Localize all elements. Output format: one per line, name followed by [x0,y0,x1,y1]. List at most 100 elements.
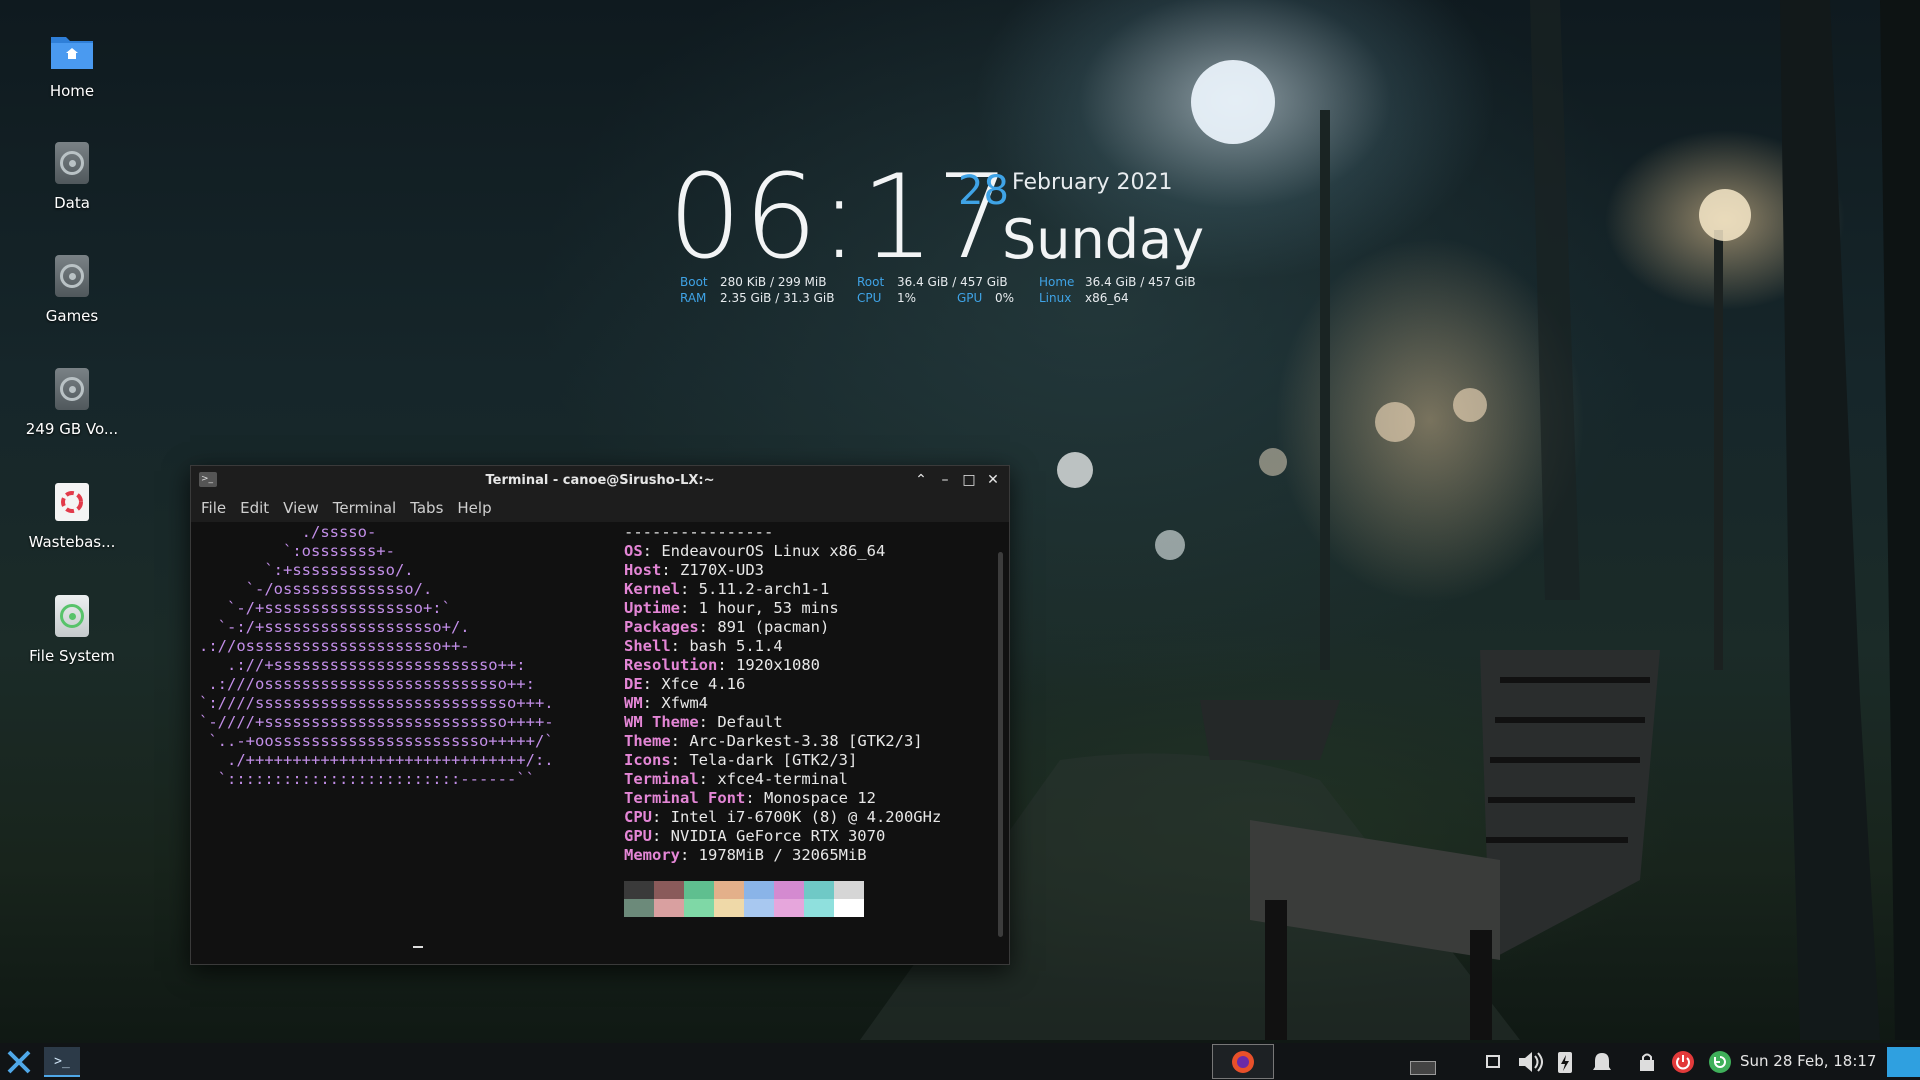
logo-line: .://+ssssssssssssssssssssssso++: [199,656,526,674]
terminal-output[interactable]: ./sssso- `:osssssss+- `:+sssssssssso/. `… [191,522,1009,964]
lock-icon[interactable] [1636,1049,1658,1075]
close-button[interactable]: ✕ [983,469,1003,491]
terminal-task[interactable]: >_ [44,1047,80,1077]
terminal-task-icon: >_ [54,1053,70,1069]
desktop-icon-file-system[interactable]: File System [12,593,132,665]
firefox-task[interactable] [1212,1044,1274,1079]
palette-swatch [654,899,684,917]
sysinfo-key: Packages [624,618,699,636]
sysinfo-value: Xfce 4.16 [661,675,746,693]
desktop-icon-label: File System [29,647,115,665]
sysinfo-row: DE: Xfce 4.16 [624,675,746,693]
terminal-title: Terminal - canoe@Sirusho-LX:~ [485,472,715,488]
stat-value: 36.4 GiB / 457 GiB [897,275,1008,289]
terminal-scrollbar[interactable] [998,552,1003,937]
workspace-switcher[interactable] [1410,1061,1436,1075]
logo-line: `:+sssssssssso/. [199,561,414,579]
sysinfo-value: bash 5.1.4 [689,637,783,655]
sysinfo-value: 1920x1080 [736,656,820,674]
desktop-icon-label: Games [45,307,99,325]
menu-tabs[interactable]: Tabs [410,499,443,517]
conky-stats-col1: Boot 280 KiB / 299 MiB RAM 2.35 GiB / 31.3… [680,274,834,306]
menu-view[interactable]: View [283,499,319,517]
stat-value: 36.4 GiB / 457 GiB [1085,275,1196,289]
trash-icon [49,479,95,525]
logo-line: `..-+oosssssssssssssssssssssso+++++/` [199,732,554,750]
desktop-icon-volume[interactable]: 249 GB Vo... [12,366,132,438]
logo-line: `-/+sssssssssssssssso+:` [199,599,451,617]
stat-label: CPU [857,291,882,305]
taskbar: >_ [0,1043,1920,1080]
power-icon[interactable] [1670,1049,1696,1075]
volume-icon[interactable] [1516,1049,1544,1075]
sysinfo: ---------------- OS: EndeavourOS Linux x8… [624,523,941,865]
display-icon[interactable] [1484,1053,1502,1071]
sysinfo-key: Resolution [624,656,718,674]
logo-line: `:osssssss+- [199,542,395,560]
desktop-icon-data[interactable]: Data [12,140,132,212]
terminal-window[interactable]: >_ Terminal - canoe@Sirusho-LX:~ ⌃ – □ ✕… [190,465,1010,965]
sysinfo-row: WM Theme: Default [624,713,783,731]
taskbar-clock[interactable]: Sun 28 Feb, 18:17 [1740,1052,1876,1070]
desktop-icon-wastebasket[interactable]: Wastebas... [12,479,132,551]
palette-swatch [624,881,654,899]
show-desktop[interactable] [1887,1047,1920,1077]
sysinfo-value: 1 hour, 53 mins [698,599,839,617]
sysinfo-row: Kernel: 5.11.2-arch1-1 [624,580,830,598]
sysinfo-key: Icons [624,751,671,769]
sysinfo-value: Arc-Darkest-3.38 [GTK2/3] [689,732,923,750]
battery-icon[interactable] [1554,1049,1576,1075]
desktop-icon-games[interactable]: Games [12,253,132,325]
sysinfo-key: OS [624,542,643,560]
sysinfo-row: Terminal Font: Monospace 12 [624,789,876,807]
stat-label: Boot [680,275,708,289]
palette-swatch [804,881,834,899]
sysinfo-value: Monospace 12 [764,789,876,807]
sysinfo-row: OS: EndeavourOS Linux x86_64 [624,542,886,560]
sysinfo-row: Resolution: 1920x1080 [624,656,820,674]
menu-file[interactable]: File [201,499,226,517]
firefox-icon [1232,1050,1254,1073]
logo-line: `-/ossssssssssssso/. [199,580,433,598]
sysinfo-row: CPU: Intel i7-6700K (8) @ 4.200GHz [624,808,942,826]
terminal-menubar: File Edit View Terminal Tabs Help [191,494,1009,522]
logo-line: `:////ssssssssssssssssssssssssssso+++. [199,694,554,712]
sysinfo-row: GPU: NVIDIA GeForce RTX 3070 [624,827,886,845]
sysinfo-key: DE [624,675,643,693]
logo-line: .://osssssssssssssssssssso++- [199,637,470,655]
shade-button[interactable]: ⌃ [911,469,931,491]
xfce-menu-icon[interactable] [4,1047,34,1077]
menu-terminal[interactable]: Terminal [333,499,396,517]
sysinfo-row: Theme: Arc-Darkest-3.38 [GTK2/3] [624,732,923,750]
stat-value: 280 KiB / 299 MiB [720,275,827,289]
palette-swatch [714,881,744,899]
sysinfo-row: Uptime: 1 hour, 53 mins [624,599,839,617]
palette-swatch [834,881,864,899]
sysinfo-row: Terminal: xfce4-terminal [624,770,848,788]
stat-value: x86_64 [1085,291,1129,305]
drive-icon [49,253,95,299]
maximize-button[interactable]: □ [959,469,979,491]
palette-swatch [774,881,804,899]
logo-line: `:::::::::::::::::::::::::------`` [199,770,535,788]
palette-swatch [774,899,804,917]
terminal-titlebar[interactable]: >_ Terminal - canoe@Sirusho-LX:~ ⌃ – □ ✕ [191,466,1009,494]
update-icon[interactable] [1707,1049,1733,1075]
palette-swatch [744,881,774,899]
sysinfo-key: Uptime [624,599,680,617]
menu-edit[interactable]: Edit [240,499,269,517]
sysinfo-value: Tela-dark [GTK2/3] [689,751,858,769]
menu-help[interactable]: Help [457,499,491,517]
desktop-icon-label: Wastebas... [28,533,116,551]
sysinfo-key: CPU [624,808,652,826]
desktop-icon-label: 249 GB Vo... [25,420,119,438]
sysinfo-key: Memory [624,846,680,864]
sysinfo-value: xfce4-terminal [717,770,848,788]
desktop-icon-home[interactable]: Home [12,28,132,100]
notification-icon[interactable] [1588,1049,1616,1075]
minimize-button[interactable]: – [935,469,955,491]
conky-month-year: February 2021 [1012,170,1173,195]
sysinfo-row: WM: Xfwm4 [624,694,709,712]
sysinfo-row: Shell: bash 5.1.4 [624,637,783,655]
logo-line: ./++++++++++++++++++++++++++++++/:. [199,751,554,769]
